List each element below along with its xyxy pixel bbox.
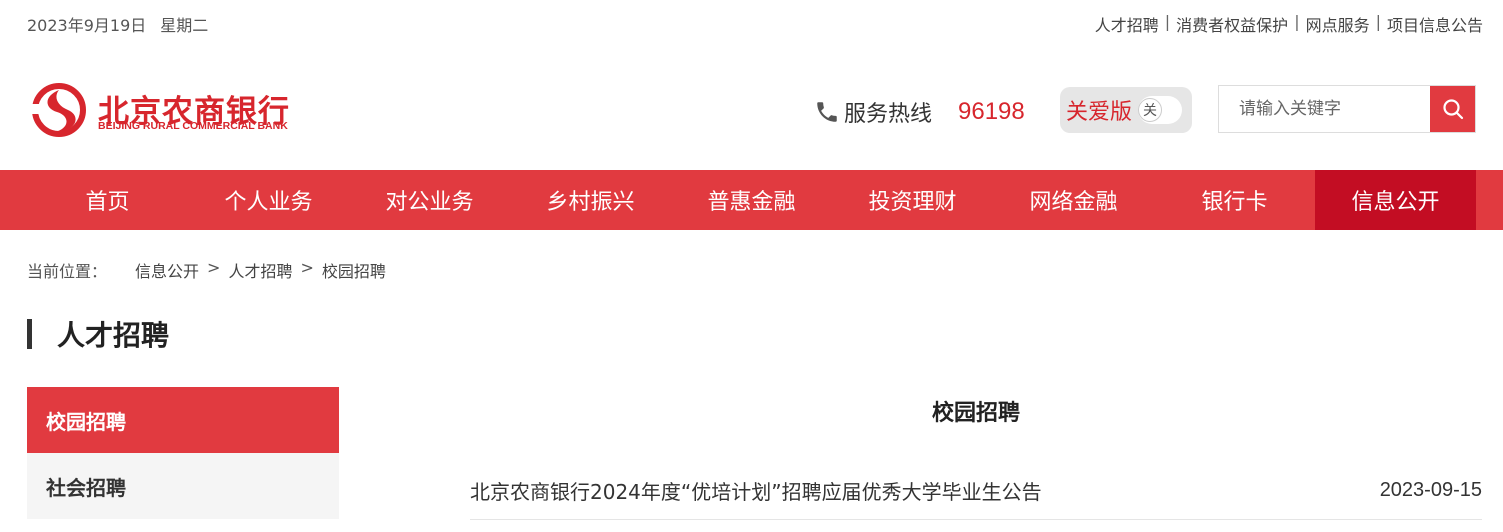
care-mode-label: 关爱版	[1066, 100, 1133, 125]
section-title: 人才招聘	[57, 319, 170, 352]
heading-accent-bar	[27, 319, 32, 349]
list-item: 北京农商银行2024年度“优培计划”招聘应届优秀大学毕业生公告 2023-09-…	[470, 462, 1482, 520]
care-mode-switch[interactable]: 关爱版 关	[1060, 87, 1192, 133]
nav-item-wealth[interactable]: 投资理财	[832, 170, 993, 230]
breadcrumb-item[interactable]: 人才招聘	[228, 258, 292, 282]
nav-item-bank-card[interactable]: 银行卡	[1154, 170, 1315, 230]
nav-item-home[interactable]: 首页	[27, 170, 188, 230]
article-title-link[interactable]: 北京农商银行2024年度“优培计划”招聘应届优秀大学毕业生公告	[470, 476, 1042, 505]
breadcrumb-separator: >	[300, 258, 314, 277]
content-title: 校园招聘	[931, 401, 1020, 426]
top-links: 人才招聘 | 消费者权益保护 | 网点服务 | 项目信息公告	[1095, 12, 1483, 36]
top-link-recruitment[interactable]: 人才招聘	[1095, 12, 1159, 36]
top-bar: 2023年9月19日 星期二 人才招聘 | 消费者权益保护 | 网点服务 | 项目…	[0, 0, 1503, 46]
weekday-text: 星期二	[160, 16, 209, 35]
search-input[interactable]	[1219, 86, 1430, 132]
breadcrumb: 当前位置： 信息公开 > 人才招聘 > 校园招聘	[27, 258, 386, 282]
sidebar-menu: 校园招聘 社会招聘	[27, 387, 339, 519]
section-heading: 人才招聘	[27, 318, 169, 352]
logo-name-en: BEIJING RURAL COMMERCIAL BANK	[98, 120, 288, 132]
sidebar-item-social[interactable]: 社会招聘	[27, 453, 339, 519]
main-nav: 首页 个人业务 对公业务 乡村振兴 普惠金融 投资理财 网络金融 银行卡 信息公…	[0, 170, 1503, 230]
hotline-number[interactable]: 96198	[958, 98, 1025, 126]
breadcrumb-item[interactable]: 信息公开	[135, 258, 199, 282]
breadcrumb-prefix: 当前位置：	[27, 262, 108, 281]
sidebar-item-campus[interactable]: 校园招聘	[27, 387, 339, 453]
top-link-branch-service[interactable]: 网点服务	[1306, 12, 1370, 36]
breadcrumb-item-current[interactable]: 校园招聘	[322, 258, 386, 282]
nav-item-corporate[interactable]: 对公业务	[349, 170, 510, 230]
nav-item-online-banking[interactable]: 网络金融	[993, 170, 1154, 230]
date-text: 2023年9月19日	[27, 16, 147, 35]
article-date: 2023-09-15	[1379, 479, 1482, 501]
search-box	[1218, 85, 1476, 133]
nav-item-inclusive-finance[interactable]: 普惠金融	[671, 170, 832, 230]
toggle-knob: 关	[1138, 98, 1163, 122]
top-link-consumer-protection[interactable]: 消费者权益保护	[1176, 12, 1288, 36]
nav-item-disclosure[interactable]: 信息公开	[1315, 170, 1476, 230]
logo-mark-icon	[30, 83, 86, 137]
nav-item-rural[interactable]: 乡村振兴	[510, 170, 671, 230]
search-icon	[1442, 99, 1463, 120]
search-button[interactable]	[1430, 86, 1475, 132]
service-hotline: 服务热线 96198	[814, 96, 1025, 128]
phone-icon	[817, 102, 837, 122]
bank-logo[interactable]: 北京农商银行 BEIJING RURAL COMMERCIAL BANK	[30, 82, 330, 138]
top-link-project-notice[interactable]: 项目信息公告	[1387, 12, 1483, 36]
current-date: 2023年9月19日 星期二	[27, 12, 222, 36]
nav-item-personal[interactable]: 个人业务	[188, 170, 349, 230]
care-mode-toggle[interactable]: 关	[1138, 96, 1183, 124]
divider: |	[1375, 12, 1381, 31]
breadcrumb-separator: >	[207, 258, 221, 277]
divider: |	[1294, 12, 1300, 31]
divider: |	[1164, 12, 1171, 31]
hotline-label: 服务热线	[844, 102, 933, 127]
